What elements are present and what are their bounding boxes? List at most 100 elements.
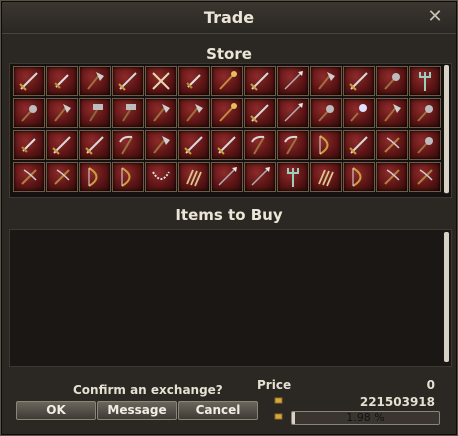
store-item-slot[interactable] [376,66,408,96]
store-item-slot[interactable] [79,130,111,160]
store-item-slot[interactable] [211,66,243,96]
store-item-slot[interactable] [277,130,309,160]
axe-icon [54,104,71,122]
window-title: Trade [203,8,255,27]
store-item-slot[interactable] [112,66,144,96]
store-title: Store [206,45,252,63]
store-item-slot[interactable] [112,162,144,192]
store-item-slot[interactable] [46,162,78,192]
store-item-slot[interactable] [145,130,177,160]
money-value: 221503918 [359,395,435,409]
store-item-slot[interactable] [178,130,210,160]
claw-icon [318,169,334,187]
store-item-slot[interactable] [409,66,441,96]
sword-icon [19,72,38,91]
store-item-slot[interactable] [178,66,210,96]
store-item-slot[interactable] [376,162,408,192]
store-item-slot[interactable] [79,162,111,192]
price-label: Price [257,378,292,392]
axe-icon [384,104,401,122]
store-item-slot[interactable] [145,98,177,128]
store-item-slot[interactable] [310,162,342,192]
store-item-slot[interactable] [277,66,309,96]
sword-icon [184,136,203,155]
claw-icon [186,169,202,187]
store-item-slot[interactable] [211,98,243,128]
hammer-icon [89,104,103,122]
store-item-slot[interactable] [244,66,276,96]
store-item-slot[interactable] [343,98,375,128]
store-item-slot[interactable] [376,98,408,128]
store-item-slot[interactable] [178,98,210,128]
store-item-slot[interactable] [343,162,375,192]
store-item-slot[interactable] [13,66,45,96]
axe-icon [318,72,335,90]
capacity-progress-bar: 1.98 % [291,411,440,425]
confirm-exchange-text: Confirm an exchange? [73,383,223,397]
message-button[interactable]: Message [97,401,177,420]
store-item-slot[interactable] [13,98,45,128]
store-item-slot[interactable] [178,162,210,192]
store-item-slot[interactable] [46,66,78,96]
mace-icon [318,105,334,122]
store-item-slot[interactable] [310,130,342,160]
trident-icon [287,168,299,187]
store-scrollbar[interactable] [444,65,449,194]
store-item-slot[interactable] [13,162,45,192]
spear-icon [284,103,303,122]
buy-scroll-thumb[interactable] [444,232,449,362]
mace-icon [384,73,400,90]
store-item-slot[interactable] [145,162,177,192]
items-to-buy-panel [9,229,452,367]
dagger-icon [54,74,69,89]
progress-text: 1.98 % [346,411,385,424]
store-item-slot[interactable] [277,162,309,192]
sword-icon [52,136,71,155]
store-item-slot[interactable] [409,162,441,192]
store-item-slot[interactable] [409,130,441,160]
store-item-slot[interactable] [13,130,45,160]
store-item-slot[interactable] [343,66,375,96]
crossbow-icon [384,169,400,185]
store-item-slot[interactable] [343,130,375,160]
spear-icon [251,167,270,186]
store-item-slot[interactable] [244,162,276,192]
cancel-button[interactable]: Cancel [178,401,258,420]
title-bar[interactable]: Trade ✕ [2,2,456,34]
dagger-icon [21,138,36,153]
crossbow-icon [54,169,70,185]
bow-icon [319,135,329,155]
store-item-slot[interactable] [145,66,177,96]
gold-bag-icon [274,413,283,420]
chain-whip-icon [152,171,170,180]
store-item-slot[interactable] [244,98,276,128]
bow-icon [88,167,98,187]
store-item-slot[interactable] [244,130,276,160]
scythe-icon [119,135,133,155]
scythe-icon [284,135,298,155]
store-panel [9,63,452,198]
spear-icon [218,167,237,186]
ok-button[interactable]: OK [16,401,96,420]
buy-scrollbar[interactable] [444,232,449,362]
staff-icon [219,103,237,122]
sword-icon [85,136,104,155]
store-item-slot[interactable] [277,98,309,128]
axe-icon [87,72,104,90]
store-item-slot[interactable] [79,66,111,96]
store-item-slot[interactable] [112,130,144,160]
store-item-slot[interactable] [46,98,78,128]
crossbow-icon [417,169,433,185]
store-item-slot[interactable] [310,98,342,128]
store-item-slot[interactable] [79,98,111,128]
store-scroll-thumb[interactable] [444,65,449,193]
store-item-slot[interactable] [112,98,144,128]
store-item-slot[interactable] [310,66,342,96]
store-item-slot[interactable] [46,130,78,160]
store-item-slot[interactable] [409,98,441,128]
store-item-slot[interactable] [376,130,408,160]
store-item-slot[interactable] [211,130,243,160]
store-item-slot[interactable] [211,162,243,192]
close-icon[interactable]: ✕ [426,8,444,26]
price-value: 0 [426,378,435,392]
